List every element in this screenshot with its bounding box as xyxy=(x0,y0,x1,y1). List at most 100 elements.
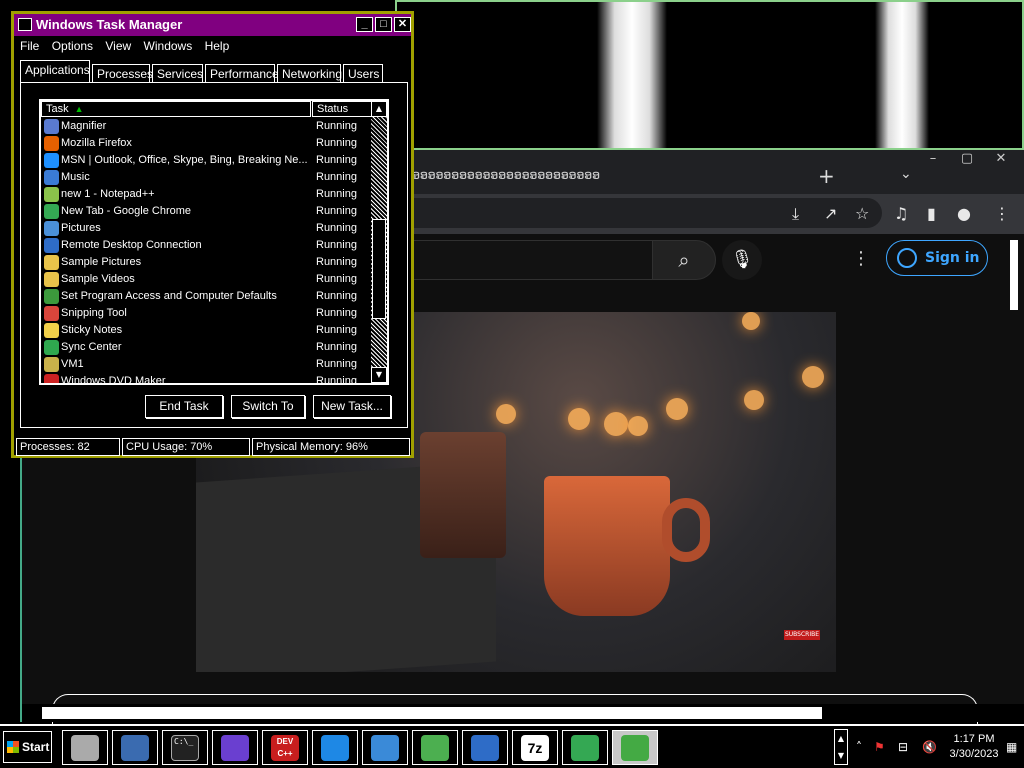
menu-help[interactable]: Help xyxy=(205,36,230,56)
task-manager-titlebar[interactable]: Windows Task Manager _ □ ✕ xyxy=(14,14,411,36)
task-list-scrollbar[interactable]: ▲ ▼ xyxy=(371,101,387,383)
minimize-button[interactable]: _ xyxy=(356,17,373,32)
task-list-header: Task ▲ Status xyxy=(41,101,374,117)
tab-networking[interactable]: Networking xyxy=(277,64,342,83)
taskbar-app-cmd[interactable]: C:\_ xyxy=(162,730,208,765)
taskbar-app-dev-cpp[interactable]: DEV C++ xyxy=(262,730,308,765)
tray-scroll-arrows[interactable]: ▲ ▼ xyxy=(834,729,848,765)
taskbar-app-remote-desktop[interactable] xyxy=(462,730,508,765)
minimize-button[interactable]: – xyxy=(916,150,950,168)
wmp-icon xyxy=(371,734,399,761)
close-button[interactable]: ✕ xyxy=(984,150,1018,168)
tab-performance[interactable]: Performance xyxy=(205,64,279,83)
side-panel-icon[interactable]: ▮ xyxy=(927,204,936,223)
start-button[interactable]: Start xyxy=(3,731,52,763)
taskbar-app-chrome[interactable] xyxy=(562,730,608,765)
show-hidden-icons-icon[interactable]: ˄ xyxy=(856,740,862,754)
action-center-flag-icon[interactable]: ⚑ xyxy=(874,740,885,754)
menu-file[interactable]: File xyxy=(20,36,39,56)
show-desktop-icon[interactable]: ▦ xyxy=(1006,740,1017,754)
maximize-button[interactable]: □ xyxy=(375,17,392,32)
task-row[interactable]: Remote Desktop Connection Running xyxy=(41,237,374,254)
menu-view[interactable]: View xyxy=(105,36,131,56)
share-icon[interactable]: ↗ xyxy=(824,204,837,223)
system-clock[interactable]: 1:17 PM 3/30/2023 xyxy=(945,732,1003,762)
menu-options[interactable]: Options xyxy=(52,36,93,56)
task-row[interactable]: New Tab - Google Chrome Running xyxy=(41,203,374,220)
media-control-icon[interactable]: ♫ xyxy=(894,204,908,223)
scrollbar-thumb[interactable] xyxy=(42,707,822,719)
subscribe-badge: SUBSCRIBE xyxy=(784,630,820,640)
task-row[interactable]: Pictures Running xyxy=(41,220,374,237)
task-name: new 1 - Notepad++ xyxy=(61,188,155,200)
taskbar-app-pictures[interactable] xyxy=(112,730,158,765)
scrollbar-thumb[interactable] xyxy=(372,219,386,319)
task-status: Running xyxy=(316,137,357,149)
taskbar-app-7zip[interactable]: 7z xyxy=(512,730,558,765)
task-row[interactable]: Mozilla Firefox Running xyxy=(41,135,374,152)
taskbar-app-task-manager[interactable] xyxy=(612,730,658,765)
task-status: Running xyxy=(316,205,357,217)
taskbar-app-wmp[interactable] xyxy=(362,730,408,765)
task-row[interactable]: Sample Videos Running xyxy=(41,271,374,288)
task-row[interactable]: Windows DVD Maker Running xyxy=(41,373,374,385)
sign-in-button[interactable]: Sign in xyxy=(886,240,988,276)
close-button[interactable]: ✕ xyxy=(394,17,411,32)
column-task[interactable]: Task ▲ xyxy=(41,101,311,117)
task-row[interactable]: Snipping Tool Running xyxy=(41,305,374,322)
app-icon xyxy=(44,153,59,168)
task-status: Running xyxy=(316,188,357,200)
task-row[interactable]: Set Program Access and Computer Defaults… xyxy=(41,288,374,305)
tab-users[interactable]: Users xyxy=(343,64,383,83)
task-status: Running xyxy=(316,341,357,353)
scrollbar-thumb[interactable] xyxy=(1010,240,1018,310)
browser-menu-icon[interactable]: ⋮ xyxy=(994,204,1010,223)
task-row[interactable]: VM1 Running xyxy=(41,356,374,373)
task-row[interactable]: Magnifier Running xyxy=(41,118,374,135)
maximize-button[interactable]: ▢ xyxy=(950,150,984,168)
browser-window-controls: – ▢ ✕ xyxy=(916,150,1018,168)
task-row[interactable]: Sync Center Running xyxy=(41,339,374,356)
taskbar-app-windows[interactable] xyxy=(412,730,458,765)
install-icon[interactable]: ⤓ xyxy=(792,204,799,224)
profile-icon[interactable]: ● xyxy=(957,204,971,223)
end-task-button[interactable]: End Task xyxy=(145,395,223,418)
switch-to-button[interactable]: Switch To xyxy=(231,395,305,418)
task-row[interactable]: MSN | Outlook, Office, Skype, Bing, Brea… xyxy=(41,152,374,169)
bookmark-star-icon[interactable]: ☆ xyxy=(855,204,869,223)
volume-muted-icon[interactable]: 🔇 xyxy=(922,740,937,754)
task-status: Running xyxy=(316,375,357,385)
clock-time: 1:17 PM xyxy=(953,733,995,745)
menu-windows[interactable]: Windows xyxy=(144,36,193,56)
taskbar-app-internet-explorer[interactable] xyxy=(312,730,358,765)
task-name: New Tab - Google Chrome xyxy=(61,205,192,217)
search-button[interactable]: ⌕ xyxy=(652,240,716,280)
processes-count: Processes: 82 xyxy=(16,438,120,456)
horizontal-scrollbar[interactable] xyxy=(22,704,1024,722)
voice-search-button[interactable]: 🎙 xyxy=(722,240,762,280)
app-icon xyxy=(44,323,59,338)
taskbar-app-visual-studio[interactable] xyxy=(212,730,258,765)
task-row[interactable]: Sticky Notes Running xyxy=(41,322,374,339)
scroll-up-arrow-icon[interactable]: ▲ xyxy=(371,101,387,117)
task-row[interactable]: Sample Pictures Running xyxy=(41,254,374,271)
vertical-scrollbar[interactable] xyxy=(1008,234,1020,704)
app-icon xyxy=(44,119,59,134)
task-list[interactable]: Task ▲ Status Magnifier Running Mozilla Fir… xyxy=(39,99,389,385)
tab-strip[interactable]: ອອອອອອອອອອອອອອອອອອອອອອອອ xyxy=(412,168,600,183)
new-task-button[interactable]: New Task... xyxy=(313,395,391,418)
tab-processes[interactable]: Processes xyxy=(92,64,153,83)
cpu-usage: CPU Usage: 70% xyxy=(122,438,250,456)
tab-search-icon[interactable]: ⌄ xyxy=(900,166,912,182)
scroll-down-arrow-icon[interactable]: ▼ xyxy=(371,367,387,383)
task-row[interactable]: new 1 - Notepad++ Running xyxy=(41,186,374,203)
physical-memory: Physical Memory: 96% xyxy=(252,438,410,456)
network-icon[interactable]: ⊟ xyxy=(898,740,908,754)
tab-services[interactable]: Services xyxy=(152,64,203,83)
tab-applications[interactable]: Applications xyxy=(20,60,90,83)
new-tab-button[interactable]: + xyxy=(818,164,835,188)
task-row[interactable]: Music Running xyxy=(41,169,374,186)
settings-menu-icon[interactable]: ⋮ xyxy=(852,248,870,269)
taskbar-app-printer[interactable] xyxy=(62,730,108,765)
column-status[interactable]: Status xyxy=(312,101,374,117)
